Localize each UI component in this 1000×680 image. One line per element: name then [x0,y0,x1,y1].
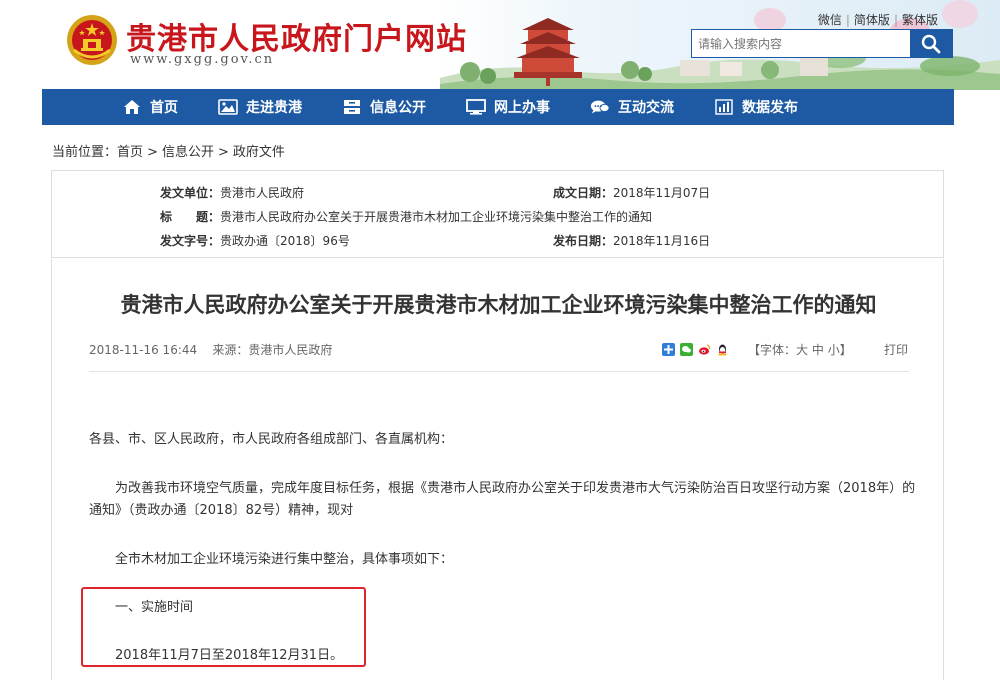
main-nav: 首页 走进贵港 信息公开 网上办事 互动交流 数据发布 [42,89,954,125]
article-divider [89,371,909,372]
divider: | [893,13,898,27]
weibo-share-icon[interactable] [698,343,711,356]
article-datetime: 2018-11-16 16:44 [89,343,198,357]
bar-chart-icon [714,98,734,116]
document-meta-box: 发文单位：贵港市人民政府 成文日期：2018年11月07日 标 题：贵港市人民政… [51,170,944,258]
nav-item-label: 互动交流 [618,100,674,116]
meta-issuer-label: 发文单位： [160,186,221,200]
font-size-medium[interactable]: 中 [812,343,824,357]
article-info: 2018-11-16 16:44 来源：贵港市人民政府 [89,341,332,358]
meta-date-made: 成文日期：2018年11月07日 [553,184,710,201]
font-size-label-open: 【字体： [748,343,797,357]
meta-doc-number: 发文字号：贵政办通〔2018〕96号 [160,232,350,249]
body-paragraph-1-line-1: 为改善我市环境空气质量，完成年度目标任务，根据《贵港市人民政府办公室关于印发贵港… [115,481,916,496]
meta-doc-number-label: 发文字号： [160,234,221,248]
font-size-label-close: 】 [839,343,852,357]
nav-item-home[interactable]: 首页 [122,89,178,125]
national-emblem-logo [67,15,117,65]
meta-pub-date-label: 发布日期： [553,234,614,248]
meta-date-made-value: 2018年11月07日 [613,186,711,200]
nav-item-online-services[interactable]: 网上办事 [466,89,550,125]
meta-issuer: 发文单位：贵港市人民政府 [160,184,304,201]
search-input[interactable] [692,30,910,57]
divider: | [845,13,850,27]
font-size-small[interactable]: 小 [828,343,840,357]
breadcrumb-separator: > [217,145,229,160]
body-paragraph-2: 全市木材加工企业环境污染进行集中整治，具体事项如下： [115,552,454,567]
meta-doc-number-value: 贵政办通〔2018〕96号 [220,234,350,248]
cabinet-icon [342,98,362,116]
nav-item-interaction[interactable]: 互动交流 [590,89,674,125]
nav-item-about[interactable]: 走进贵港 [218,89,302,125]
meta-pub-date-value: 2018年11月16日 [613,234,711,248]
salutation-paragraph: 各县、市、区人民政府，市人民政府各组成部门、各直属机构： [89,432,454,447]
search-button[interactable] [910,30,952,57]
breadcrumb-prefix: 当前位置： [52,145,118,160]
nav-item-label: 数据发布 [742,100,798,116]
print-link[interactable]: 打印 [884,341,908,358]
nav-item-data-release[interactable]: 数据发布 [714,89,798,125]
qq-share-icon[interactable] [716,343,729,356]
nav-item-label: 信息公开 [370,100,426,116]
meta-title-label: 标 题： [160,210,221,224]
site-url: www.gxgg.gov.cn [130,52,275,67]
meta-title-value: 贵港市人民政府办公室关于开展贵港市木材加工企业环境污染集中整治工作的通知 [220,210,653,224]
nav-item-label: 网上办事 [494,100,550,116]
chat-icon [590,98,610,116]
home-icon [122,98,142,116]
article-title: 贵港市人民政府办公室关于开展贵港市木材加工企业环境污染集中整治工作的通知 [120,293,877,317]
meta-issuer-value: 贵港市人民政府 [220,186,305,200]
breadcrumb: 当前位置：首页 > 信息公开 > 政府文件 [52,141,285,160]
breadcrumb-separator: > [147,145,158,160]
monitor-icon [466,98,486,116]
site-header: 贵港市人民政府门户网站 www.gxgg.gov.cn 微信 | 简体版 | 繁体版 [0,0,1000,90]
body-paragraph-1-line-2: 通知》（贵政办通〔2018〕82号）精神，现对 [89,503,354,518]
share-plus-icon[interactable] [662,343,675,356]
breadcrumb-gov-documents[interactable]: 政府文件 [233,145,285,160]
search-box [691,29,953,58]
wechat-share-icon[interactable] [680,343,693,356]
breadcrumb-info-disclosure[interactable]: 信息公开 [162,145,214,160]
meta-date-made-label: 成文日期： [553,186,614,200]
search-icon [921,34,941,53]
article-source: 来源：贵港市人民政府 [212,343,333,357]
breadcrumb-home[interactable]: 首页 [117,145,143,160]
article: 贵港市人民政府办公室关于开展贵港市木材加工企业环境污染集中整治工作的通知 201… [51,259,944,680]
simplified-chinese-link[interactable]: 简体版 [854,13,890,27]
article-tools: 【字体：大 中 小】 [662,341,852,358]
wechat-link[interactable]: 微信 [818,13,842,27]
top-links: 微信 | 简体版 | 繁体版 [818,11,938,28]
meta-pub-date: 发布日期：2018年11月16日 [553,232,710,249]
nav-item-label: 首页 [150,100,178,116]
font-size-large[interactable]: 大 [796,343,808,357]
picture-icon [218,98,238,116]
meta-title: 标 题：贵港市人民政府办公室关于开展贵港市木材加工企业环境污染集中整治工作的通知 [160,208,652,225]
nav-item-info-disclosure[interactable]: 信息公开 [342,89,426,125]
traditional-chinese-link[interactable]: 繁体版 [902,13,938,27]
highlight-annotation-box [81,587,366,667]
font-size-selector: 【字体：大 中 小】 [748,341,852,358]
nav-item-label: 走进贵港 [246,100,302,116]
